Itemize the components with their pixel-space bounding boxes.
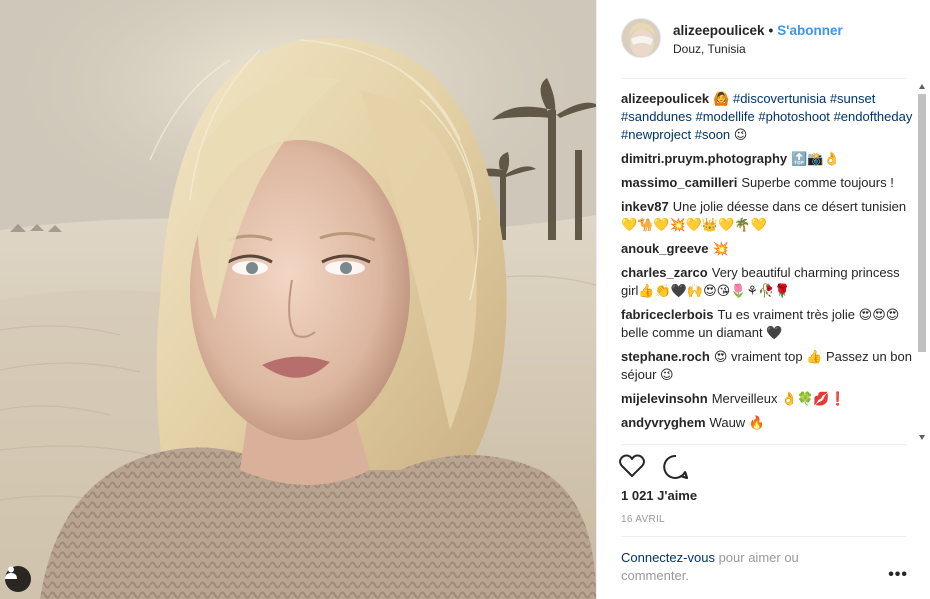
comment-item: dimitri.pruym.photography 🔝📸👌 (621, 150, 913, 168)
hashtag[interactable]: #soon (695, 127, 730, 142)
tagged-people-button[interactable] (5, 566, 31, 592)
post-sidebar: alizeepoulicek • S'abonner Douz, Tunisia a… (596, 0, 930, 599)
comment-username[interactable]: fabriceclerbois (621, 307, 714, 322)
footer-divider (621, 536, 906, 537)
comment-item: inkev87 Une jolie déesse dans ce désert t… (621, 198, 913, 234)
comment-item: fabriceclerbois Tu es vraiment très jolie… (621, 306, 913, 342)
like-button[interactable] (619, 454, 647, 480)
comment-text: Une jolie déesse dans ce désert tunisien (672, 199, 907, 214)
comment-emoji: 😉 (660, 367, 674, 382)
comment-username[interactable]: massimo_camilleri (621, 175, 737, 190)
post-caption: alizeepoulicek 🙆 #discovertunisia #sunset… (621, 90, 913, 144)
comment-text: vraiment top (727, 349, 807, 364)
comment-emoji: 🔥 (748, 415, 765, 430)
comment-username[interactable]: mijelevinsohn (621, 391, 708, 406)
person-tag-icon (5, 566, 17, 579)
hashtag[interactable]: #photoshoot (758, 109, 830, 124)
heart-icon (619, 454, 645, 477)
comments-scrollbar[interactable] (916, 82, 928, 442)
hashtag[interactable]: #newproject (621, 127, 691, 142)
hashtag[interactable]: #sunset (830, 91, 876, 106)
caption-username[interactable]: alizeepoulicek (621, 91, 709, 106)
comment-username[interactable]: andyvryghem (621, 415, 706, 430)
post-date: 16 AVRIL (621, 514, 665, 525)
hashtag[interactable]: #endoftheday (834, 109, 913, 124)
avatar[interactable] (621, 18, 661, 58)
comment-button[interactable] (662, 454, 691, 480)
header-separator: • (768, 23, 774, 38)
login-prompt: Connectez-vous pour aimer ou commenter. (621, 549, 841, 585)
login-link[interactable]: Connectez-vous (621, 550, 715, 565)
post-photo[interactable] (0, 0, 596, 599)
comment-text: belle comme un diamant (621, 325, 767, 340)
hashtag[interactable]: #modellife (695, 109, 754, 124)
comment-emoji: 👍👏🖤🙌😍😘🌷⚘🥀🌹 (638, 283, 791, 298)
comment-emoji: 💛🐪💛💥💛👑💛🌴💛 (621, 217, 767, 232)
comment-item: anouk_greeve 💥 (621, 240, 913, 258)
likes-count[interactable]: 1 021 J'aime (621, 488, 697, 503)
action-bar (619, 454, 703, 480)
comment-text: Merveilleux (711, 391, 782, 406)
caption-emoji: 🙆 (713, 91, 730, 106)
comment-text: Tu es vraiment très jolie (717, 307, 859, 322)
scroll-down-arrow-icon[interactable] (919, 435, 925, 440)
photo-image (0, 0, 596, 599)
header-divider (621, 78, 906, 79)
comment-emoji: 💥 (712, 241, 729, 256)
comment-item: charles_zarco Very beautiful charming pri… (621, 264, 913, 300)
header-username[interactable]: alizeepoulicek (673, 23, 765, 38)
comment-item: massimo_camilleri Superbe comme toujours … (621, 174, 913, 192)
comment-item: stephane.roch 😍 vraiment top 👍 Passez un … (621, 348, 913, 384)
caption-end-emoji: 😉 (733, 127, 748, 142)
more-options-button[interactable]: ••• (888, 566, 908, 584)
comments-divider (621, 444, 906, 445)
comment-emoji: 👌🍀💋❗ (781, 391, 846, 406)
follow-button[interactable]: S'abonner (777, 23, 842, 38)
comment-username[interactable]: charles_zarco (621, 265, 708, 280)
comment-item: mijelevinsohn Merveilleux 👌🍀💋❗ (621, 390, 913, 408)
location-link[interactable]: Douz, Tunisia (673, 42, 746, 56)
comment-emoji: 😍😍 (872, 307, 900, 322)
scroll-up-arrow-icon[interactable] (919, 84, 925, 89)
comment-text: Wauw (709, 415, 749, 430)
comment-username[interactable]: stephane.roch (621, 349, 710, 364)
comment-emoji: 🖤 (766, 325, 783, 340)
comment-icon (662, 454, 688, 479)
hashtag[interactable]: #discovertunisia (733, 91, 826, 106)
comment-emoji: 😍 (858, 307, 873, 322)
avatar-image (622, 19, 660, 57)
scroll-thumb[interactable] (918, 94, 926, 352)
comment-emoji: 👍 (806, 349, 823, 364)
comment-emoji: 🔝📸👌 (791, 151, 840, 166)
comment-username[interactable]: dimitri.pruym.photography (621, 151, 787, 166)
comment-text: Superbe comme toujours ! (741, 175, 894, 190)
comment-username[interactable]: inkev87 (621, 199, 669, 214)
comment-item: andyvryghem Wauw 🔥 (621, 414, 913, 432)
post-header: alizeepoulicek • S'abonner Douz, Tunisia (621, 18, 906, 60)
comment-username[interactable]: anouk_greeve (621, 241, 708, 256)
comments-list: alizeepoulicek 🙆 #discovertunisia #sunset… (621, 90, 913, 442)
comment-emoji: 😍 (713, 349, 728, 364)
hashtag[interactable]: #sanddunes (621, 109, 692, 124)
